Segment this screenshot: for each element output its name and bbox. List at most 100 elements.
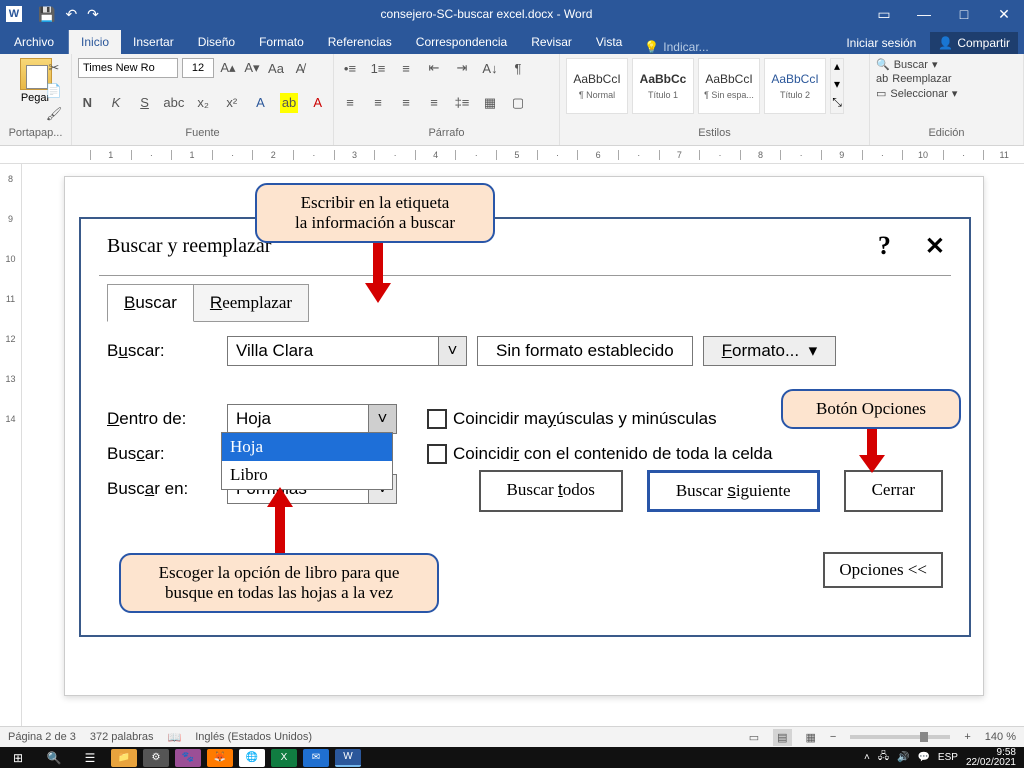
numbering-icon[interactable]: 1≡ bbox=[368, 58, 388, 78]
taskbar-app-icon[interactable]: ⚙ bbox=[143, 749, 169, 767]
increase-indent-icon[interactable]: ⇥ bbox=[452, 58, 472, 78]
find-button[interactable]: 🔍Buscar▾ bbox=[876, 58, 1017, 71]
style-sinespaciado[interactable]: AaBbCcI ¶ Sin espa... bbox=[698, 58, 760, 114]
chevron-down-icon[interactable]: ˅ bbox=[368, 405, 396, 433]
style-normal[interactable]: AaBbCcI ¶ Normal bbox=[566, 58, 628, 114]
shrink-font-icon[interactable]: A▾ bbox=[242, 58, 262, 78]
zoom-in-button[interactable]: + bbox=[964, 731, 970, 743]
find-next-button[interactable]: Buscar siguiente bbox=[647, 470, 820, 512]
superscript-icon[interactable]: x² bbox=[223, 93, 242, 113]
status-language[interactable]: Inglés (Estados Unidos) bbox=[195, 731, 312, 743]
copy-icon[interactable]: 📄 bbox=[44, 81, 64, 101]
align-center-icon[interactable]: ≡ bbox=[368, 93, 388, 113]
tab-vista[interactable]: Vista bbox=[584, 30, 634, 54]
horizontal-ruler[interactable]: 1·1·2·3·4·5·6·7·8·9·10·11 bbox=[0, 146, 1024, 164]
format-painter-icon[interactable]: 🖌 bbox=[44, 104, 64, 124]
close-window-button[interactable]: ✕ bbox=[984, 0, 1024, 28]
status-words[interactable]: 372 palabras bbox=[90, 731, 154, 743]
taskbar-thunderbird-icon[interactable]: ✉ bbox=[303, 749, 329, 767]
close-button[interactable]: Cerrar bbox=[844, 470, 943, 512]
tab-diseno[interactable]: Diseño bbox=[186, 30, 247, 54]
qat-undo-icon[interactable]: ↶ bbox=[65, 6, 77, 23]
find-what-combo[interactable]: Villa Clara ˅ bbox=[227, 336, 467, 366]
dialog-tab-replace[interactable]: Reemplazar bbox=[194, 284, 309, 322]
strike-icon[interactable]: abc bbox=[164, 93, 184, 113]
tab-correspondencia[interactable]: Correspondencia bbox=[404, 30, 519, 54]
within-option-libro[interactable]: Libro bbox=[222, 461, 392, 489]
taskbar-word-icon[interactable]: W bbox=[335, 749, 361, 767]
ribbon-display-icon[interactable]: ▭ bbox=[864, 0, 904, 28]
tab-formato[interactable]: Formato bbox=[247, 30, 316, 54]
borders-icon[interactable]: ▢ bbox=[508, 93, 528, 113]
tray-up-icon[interactable]: ˄ bbox=[864, 752, 870, 763]
match-case-checkbox[interactable] bbox=[427, 409, 447, 429]
subscript-icon[interactable]: x₂ bbox=[194, 93, 213, 113]
tab-insertar[interactable]: Insertar bbox=[121, 30, 186, 54]
within-combo[interactable]: Hoja ˅ bbox=[227, 404, 397, 434]
taskbar-app-icon[interactable]: 🐾 bbox=[175, 749, 201, 767]
font-color-icon[interactable]: A bbox=[308, 93, 327, 113]
line-spacing-icon[interactable]: ‡≡ bbox=[452, 93, 472, 113]
tray-date[interactable]: 22/02/2021 bbox=[966, 758, 1016, 768]
find-all-button[interactable]: Buscar todos bbox=[479, 470, 623, 512]
maximize-button[interactable]: □ bbox=[944, 0, 984, 28]
tab-inicio[interactable]: Inicio bbox=[69, 30, 121, 54]
start-button[interactable]: ⊞ bbox=[0, 747, 36, 768]
select-button[interactable]: ▭Seleccionar▾ bbox=[876, 87, 1017, 100]
underline-icon[interactable]: S bbox=[135, 93, 154, 113]
tray-network-icon[interactable]: 🖧 bbox=[878, 749, 889, 766]
zoom-level[interactable]: 140 % bbox=[985, 731, 1016, 743]
proofing-icon[interactable]: 📖 bbox=[168, 731, 182, 744]
justify-icon[interactable]: ≡ bbox=[424, 93, 444, 113]
decrease-indent-icon[interactable]: ⇤ bbox=[424, 58, 444, 78]
taskbar-explorer-icon[interactable]: 📁 bbox=[111, 749, 137, 767]
tab-revisar[interactable]: Revisar bbox=[519, 30, 584, 54]
font-name-input[interactable] bbox=[78, 58, 178, 78]
clear-format-icon[interactable]: A̸ bbox=[290, 58, 310, 78]
share-button[interactable]: 👤 Compartir bbox=[930, 32, 1018, 54]
tab-referencias[interactable]: Referencias bbox=[316, 30, 404, 54]
options-button[interactable]: Opciones << bbox=[823, 552, 943, 588]
multilevel-icon[interactable]: ≡ bbox=[396, 58, 416, 78]
tray-time[interactable]: 9:58 bbox=[966, 748, 1016, 758]
text-effects-icon[interactable]: A bbox=[251, 93, 270, 113]
minimize-button[interactable]: — bbox=[904, 0, 944, 28]
zoom-out-button[interactable]: − bbox=[830, 731, 836, 743]
qat-save-icon[interactable]: 💾 bbox=[38, 6, 55, 23]
print-layout-icon[interactable]: ▤ bbox=[773, 729, 791, 746]
styles-more-icon[interactable]: ⤡ bbox=[831, 95, 843, 113]
status-page[interactable]: Página 2 de 3 bbox=[8, 731, 76, 743]
highlight-icon[interactable]: ab bbox=[280, 93, 299, 113]
format-button[interactable]: Formato... ▾ bbox=[703, 336, 836, 366]
align-left-icon[interactable]: ≡ bbox=[340, 93, 360, 113]
zoom-slider[interactable] bbox=[850, 735, 950, 739]
dialog-close-button[interactable]: ✕ bbox=[925, 232, 945, 261]
cut-icon[interactable]: ✂ bbox=[44, 58, 64, 78]
style-titulo2[interactable]: AaBbCcI Título 2 bbox=[764, 58, 826, 114]
font-size-input[interactable] bbox=[182, 58, 214, 78]
chevron-down-icon[interactable]: ˅ bbox=[438, 337, 466, 365]
web-layout-icon[interactable]: ▦ bbox=[806, 731, 816, 744]
task-view-icon[interactable]: ☰ bbox=[72, 747, 108, 768]
grow-font-icon[interactable]: A▴ bbox=[218, 58, 238, 78]
styles-more-up-icon[interactable]: ▴ bbox=[831, 59, 843, 77]
styles-more-down-icon[interactable]: ▾ bbox=[831, 77, 843, 95]
qat-redo-icon[interactable]: ↷ bbox=[87, 6, 99, 23]
style-titulo1[interactable]: AaBbCc Título 1 bbox=[632, 58, 694, 114]
change-case-icon[interactable]: Aa bbox=[266, 58, 286, 78]
taskbar-firefox-icon[interactable]: 🦊 bbox=[207, 749, 233, 767]
bold-icon[interactable]: N bbox=[78, 93, 97, 113]
vertical-ruler[interactable]: 891011121314 bbox=[0, 164, 22, 726]
tab-file[interactable]: Archivo bbox=[0, 30, 69, 54]
taskbar-search-icon[interactable]: 🔍 bbox=[36, 751, 72, 765]
tray-notifications-icon[interactable]: 💬 bbox=[917, 752, 929, 763]
sort-icon[interactable]: A↓ bbox=[480, 58, 500, 78]
tell-me-search[interactable]: 💡 Indicar... bbox=[634, 40, 718, 54]
sign-in-link[interactable]: Iniciar sesión bbox=[836, 32, 926, 54]
read-mode-icon[interactable]: ▭ bbox=[749, 731, 759, 744]
taskbar-chrome-icon[interactable]: 🌐 bbox=[239, 749, 265, 767]
tray-language[interactable]: ESP bbox=[938, 752, 958, 763]
within-option-hoja[interactable]: Hoja bbox=[222, 433, 392, 461]
tray-volume-icon[interactable]: 🔊 bbox=[897, 752, 909, 763]
align-right-icon[interactable]: ≡ bbox=[396, 93, 416, 113]
